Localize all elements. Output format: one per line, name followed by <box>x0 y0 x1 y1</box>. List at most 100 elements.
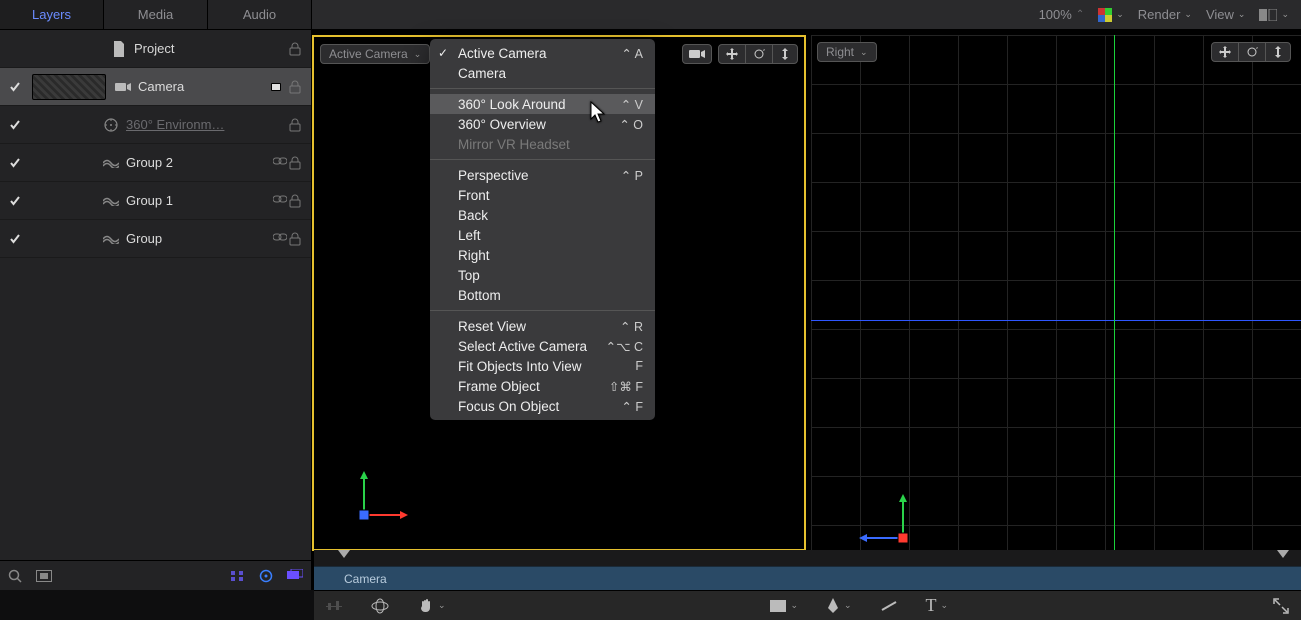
view-nav-segment[interactable] <box>718 44 798 64</box>
layer-label[interactable]: Group <box>126 231 273 246</box>
out-marker-icon[interactable] <box>1277 550 1289 558</box>
visibility-checkbox[interactable] <box>6 158 24 168</box>
layer-row-group-4[interactable]: Group 1 <box>0 182 311 220</box>
menu-item[interactable]: Select Active Camera⌃⌥ C <box>430 336 655 356</box>
menu-shortcut: ⌃ A <box>621 46 643 61</box>
menu-item[interactable]: Reset View⌃ R <box>430 316 655 336</box>
axis-widget-left <box>354 465 414 525</box>
menu-item-label: Reset View <box>458 319 526 334</box>
layer-row-group-5[interactable]: Group <box>0 220 311 258</box>
menu-item[interactable]: Fit Objects Into ViewF <box>430 356 655 376</box>
layer-label[interactable]: Camera <box>138 79 289 94</box>
menu-item[interactable]: 360° Look Around⌃ V <box>430 94 655 114</box>
visibility-checkbox[interactable] <box>6 234 24 244</box>
visibility-checkbox[interactable] <box>6 82 24 92</box>
menu-item[interactable]: Right <box>430 245 655 265</box>
layer-thumbnail <box>32 74 106 100</box>
edit-mode-icon[interactable] <box>326 600 342 612</box>
layer-row-env-2[interactable]: 360° Environm… <box>0 106 311 144</box>
menu-item-label: Active Camera <box>458 46 547 61</box>
menu-item[interactable]: 360° Overview ⌃ O <box>430 114 655 134</box>
transform-3d-icon[interactable] <box>370 598 390 614</box>
dolly-icon <box>1266 43 1290 61</box>
camera-badge-icon <box>271 83 281 91</box>
layer-row-project[interactable]: Project <box>0 30 311 68</box>
mini-timeline[interactable]: Camera <box>314 550 1301 590</box>
menu-item[interactable]: Perspective⌃ P <box>430 165 655 185</box>
layout-panels-button[interactable]: ⌄ <box>1259 9 1289 21</box>
menu-item-label: Top <box>458 268 480 283</box>
layer-row-camera-1[interactable]: Camera <box>0 68 311 106</box>
menu-shortcut: ⌃ O <box>619 117 643 132</box>
text-tool[interactable]: T⌄ <box>926 595 949 616</box>
view-nav-segment-right[interactable] <box>1211 42 1291 62</box>
menu-item[interactable]: Left <box>430 225 655 245</box>
camera-action-segment[interactable] <box>682 44 712 64</box>
menu-item: Mirror VR Headset <box>430 134 655 154</box>
group-icon <box>102 234 120 244</box>
hand-tool[interactable]: ⌄ <box>418 598 446 614</box>
layer-row-group-3[interactable]: Group 2 <box>0 144 311 182</box>
tab-audio[interactable]: Audio <box>208 0 312 29</box>
menu-item[interactable]: Camera <box>430 63 655 83</box>
menu-item[interactable]: ✓ Active Camera ⌃ A <box>430 43 655 63</box>
check-icon: ✓ <box>438 46 448 60</box>
panels-icon <box>1259 9 1277 21</box>
layer-label[interactable]: 360° Environm… <box>126 117 289 132</box>
lock-icon[interactable] <box>289 118 301 132</box>
link-icon[interactable] <box>273 156 287 170</box>
pen-tool[interactable]: ⌄ <box>826 598 852 614</box>
camera-popup-right[interactable]: Right⌄ <box>817 42 877 62</box>
menu-item[interactable]: Top <box>430 265 655 285</box>
mask-icon[interactable] <box>229 569 245 583</box>
right-viewport[interactable]: Right⌄ <box>810 35 1301 588</box>
timeline-ruler[interactable] <box>314 550 1301 566</box>
zoom-level[interactable]: 100%⌃ <box>1039 7 1085 22</box>
menu-item[interactable]: Bottom <box>430 285 655 305</box>
camera-menu[interactable]: ✓ Active Camera ⌃ A Camera 360° Look Around⌃… <box>430 39 655 420</box>
render-menu[interactable]: Render ⌄ <box>1138 7 1192 22</box>
layer-label[interactable]: Group 2 <box>126 155 273 170</box>
color-channels-button[interactable]: ⌄ <box>1098 8 1124 22</box>
fit-icon[interactable] <box>36 570 52 582</box>
menu-item[interactable]: Front <box>430 185 655 205</box>
tab-media[interactable]: Media <box>104 0 208 29</box>
layer-label[interactable]: Group 1 <box>126 193 273 208</box>
camera-icon <box>683 45 711 63</box>
line-tool[interactable] <box>880 600 898 612</box>
menu-shortcut: ⌃ V <box>621 97 643 112</box>
menu-item[interactable]: Back <box>430 205 655 225</box>
left-viewport[interactable]: Active Camera⌄ <box>312 35 806 551</box>
menu-item-label: Perspective <box>458 168 529 183</box>
menu-item[interactable]: Focus On Object⌃ F <box>430 396 655 416</box>
orbit-icon <box>1239 43 1266 61</box>
menu-item[interactable]: Frame Object⇧⌘ F <box>430 376 655 396</box>
link-icon[interactable] <box>273 232 287 246</box>
camera-popup[interactable]: Active Camera⌄ <box>320 44 430 64</box>
lock-icon[interactable] <box>289 42 301 56</box>
link-icon[interactable] <box>273 194 287 208</box>
lock-icon[interactable] <box>289 156 301 170</box>
expand-icon[interactable] <box>1273 598 1289 614</box>
lock-icon[interactable] <box>289 232 301 246</box>
menu-shortcut: ⇧⌘ F <box>609 379 643 394</box>
menu-item-label: Right <box>458 248 490 263</box>
view-menu[interactable]: View ⌄ <box>1206 7 1246 22</box>
layer-label[interactable]: Project <box>134 41 289 56</box>
menu-shortcut: ⌃ F <box>621 399 643 414</box>
search-icon[interactable] <box>8 569 22 583</box>
fill-tool[interactable]: ⌄ <box>770 600 798 612</box>
tab-layers[interactable]: Layers <box>0 0 104 29</box>
behavior-icon[interactable] <box>259 569 273 583</box>
filter-icon[interactable] <box>287 569 303 583</box>
timeline-track[interactable]: Camera <box>314 566 1301 590</box>
env-icon <box>102 118 120 132</box>
menu-item-label: 360° Overview <box>458 117 546 132</box>
lock-icon[interactable] <box>289 80 301 94</box>
visibility-checkbox[interactable] <box>6 120 24 130</box>
visibility-checkbox[interactable] <box>6 196 24 206</box>
group-icon <box>102 196 120 206</box>
in-marker-icon[interactable] <box>338 550 350 558</box>
lock-icon[interactable] <box>289 194 301 208</box>
menu-item-label: Fit Objects Into View <box>458 359 582 374</box>
